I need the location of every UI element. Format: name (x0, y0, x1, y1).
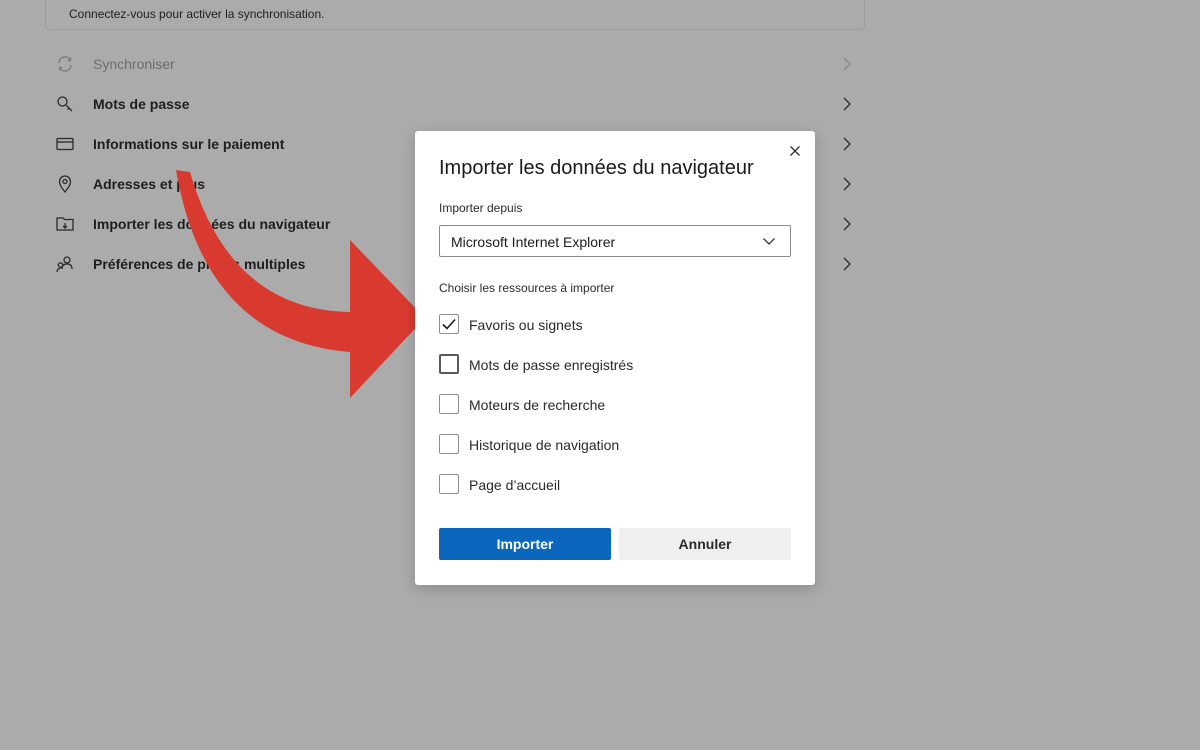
settings-item-label: Préférences de profils multiples (93, 256, 306, 272)
chevron-down-icon (763, 238, 775, 245)
checkbox[interactable] (439, 434, 459, 454)
chevron-right-icon (843, 177, 851, 191)
checkbox-search-engines[interactable]: Moteurs de recherche (439, 394, 779, 434)
checkbox-home-page[interactable]: Page d’accueil (439, 474, 779, 514)
sync-card-text: Connectez-vous pour activer la synchroni… (69, 7, 325, 21)
source-label: Importer depuis (439, 201, 523, 215)
close-button[interactable] (785, 141, 805, 161)
close-icon (790, 146, 800, 156)
chevron-right-icon (843, 217, 851, 231)
sync-icon (55, 55, 75, 73)
checkbox-label: Moteurs de recherche (469, 397, 606, 413)
checkbox[interactable] (439, 394, 459, 414)
source-select[interactable]: Microsoft Internet Explorer (439, 225, 791, 257)
settings-item-sync[interactable]: Synchroniser (45, 44, 865, 84)
settings-item-label: Informations sur le paiement (93, 136, 285, 152)
source-select-value: Microsoft Internet Explorer (451, 234, 616, 250)
checkbox-label: Historique de navigation (469, 437, 620, 453)
chevron-right-icon (843, 257, 851, 271)
location-pin-icon (55, 175, 75, 193)
settings-item-label: Mots de passe (93, 96, 190, 112)
key-icon (55, 95, 75, 113)
checkmark-icon (442, 318, 456, 330)
import-folder-icon (55, 215, 75, 233)
cancel-button[interactable]: Annuler (619, 528, 791, 560)
chevron-right-icon (843, 57, 851, 71)
sync-card: Connectez-vous pour activer la synchroni… (45, 0, 865, 30)
credit-card-icon (55, 135, 75, 153)
checkbox[interactable] (439, 354, 459, 374)
checkbox-label: Favoris ou signets (469, 317, 583, 333)
checkbox-label: Page d’accueil (469, 477, 561, 493)
profiles-icon (55, 255, 75, 273)
dialog-title: Importer les données du navigateur (439, 157, 754, 179)
chevron-right-icon (843, 97, 851, 111)
import-dialog: Importer les données du navigateur Impor… (415, 131, 815, 585)
import-button[interactable]: Importer (439, 528, 611, 560)
checkbox[interactable] (439, 474, 459, 494)
settings-item-passwords[interactable]: Mots de passe (45, 84, 865, 124)
checkbox-passwords[interactable]: Mots de passe enregistrés (439, 354, 779, 394)
settings-item-label: Adresses et plus (93, 176, 206, 192)
resources-label: Choisir les ressources à importer (439, 281, 615, 295)
resources-checkbox-list: Favoris ou signets Mots de passe enregis… (439, 314, 779, 514)
checkbox-label: Mots de passe enregistrés (469, 357, 634, 373)
settings-item-label: Importer les données du navigateur (93, 216, 331, 232)
checkbox[interactable] (439, 314, 459, 334)
checkbox-history[interactable]: Historique de navigation (439, 434, 779, 474)
checkbox-favorites[interactable]: Favoris ou signets (439, 314, 779, 354)
chevron-right-icon (843, 137, 851, 151)
settings-item-label: Synchroniser (93, 56, 175, 72)
